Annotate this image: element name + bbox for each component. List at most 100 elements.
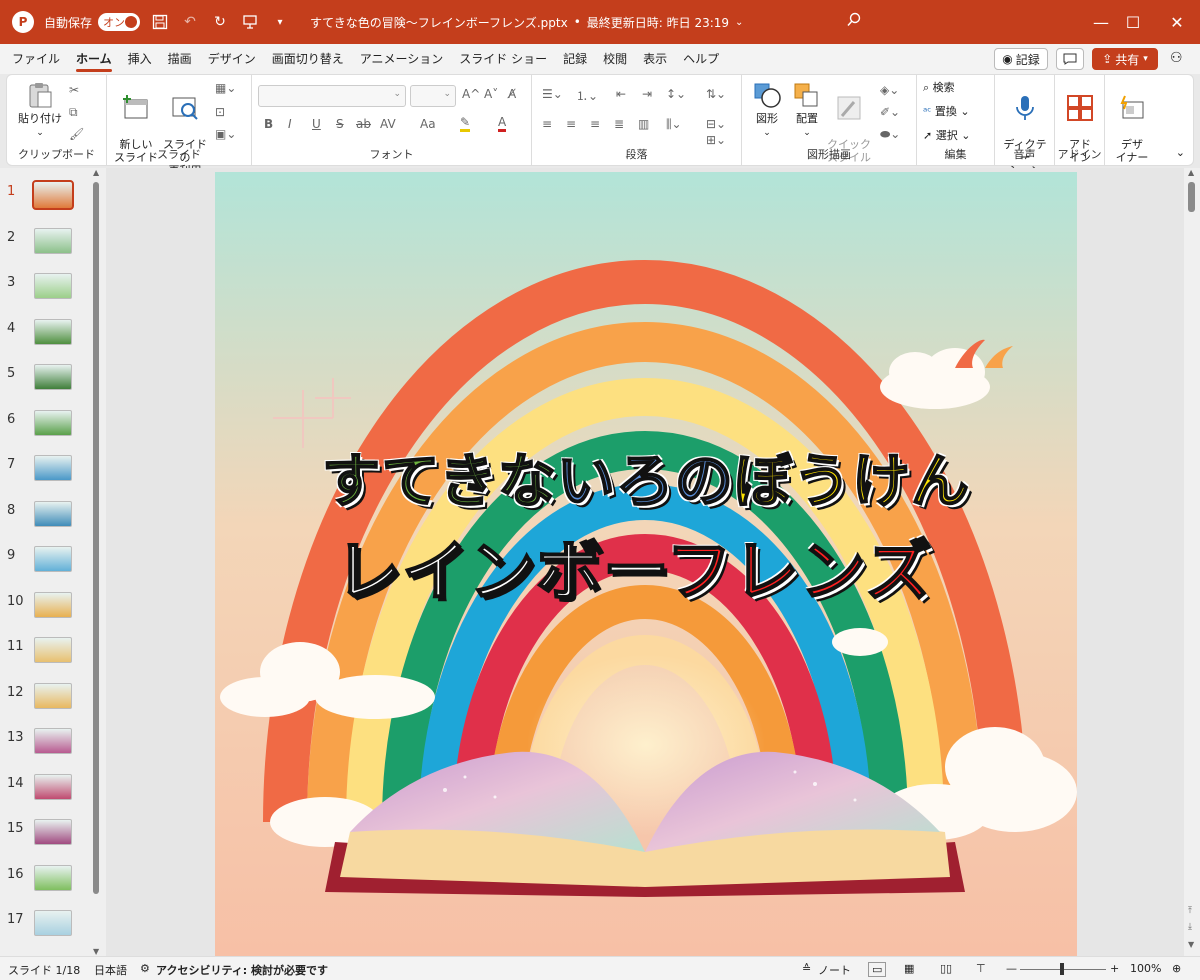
reset-icon[interactable]: ⊡ (215, 105, 225, 119)
accessibility-status[interactable]: アクセシビリティ: 検討が必要です (156, 962, 328, 978)
customize-chevron-icon[interactable]: ▾ (270, 12, 290, 32)
slide-thumbnail-13[interactable]: 13 (0, 728, 100, 768)
autosave-toggle[interactable]: オン (98, 13, 141, 31)
designer-button[interactable]: デザ イナー (1111, 81, 1153, 164)
align-right-icon[interactable]: ≡ (590, 117, 600, 131)
smartart-icon[interactable]: ⊞⌄ (706, 133, 726, 147)
slide-thumbnail-3[interactable]: 3 (0, 273, 100, 313)
slide-canvas[interactable]: すてきないろのぼうけん レインボーフレンズ (215, 172, 1077, 956)
close-button[interactable]: ✕ (1154, 0, 1200, 44)
char-spacing-button[interactable]: AV (380, 117, 396, 131)
maximize-button[interactable]: ☐ (1110, 0, 1156, 44)
italic-button[interactable]: I (288, 117, 292, 131)
undo-icon[interactable]: ↶ (180, 12, 200, 32)
slide-thumbnail-11[interactable]: 11 (0, 637, 100, 677)
bullets-icon[interactable]: ☰⌄ (542, 87, 563, 101)
underline-button[interactable]: U (312, 117, 321, 131)
notes-icon[interactable]: ≙ (802, 962, 811, 975)
tab-4[interactable]: デザイン (200, 44, 264, 74)
font-name-combobox[interactable]: ⌄ (258, 85, 406, 107)
justify-icon[interactable]: ≣ (614, 117, 624, 131)
cut-icon[interactable]: ✂ (69, 83, 79, 97)
tab-6[interactable]: アニメーション (352, 44, 452, 74)
tab-0[interactable]: ファイル (4, 44, 68, 74)
text-direction-icon[interactable]: ⇅⌄ (706, 87, 726, 101)
slide-thumbnail-15[interactable]: 15 (0, 819, 100, 859)
clear-format-icon[interactable]: A̸ (508, 87, 516, 101)
present-icon[interactable] (240, 12, 260, 32)
slide-thumbnail-2[interactable]: 2 (0, 227, 100, 268)
font-size-combobox[interactable]: ⌄ (410, 85, 456, 107)
tab-10[interactable]: 表示 (635, 44, 675, 74)
align-text-icon[interactable]: ⊟⌄ (706, 117, 726, 131)
tab-8[interactable]: 記録 (555, 44, 595, 74)
saved-status[interactable]: 最終更新日時: 昨日 23:19 (587, 14, 729, 31)
slide-thumbnail-10[interactable]: 10 (0, 591, 100, 632)
slideshow-icon[interactable]: ⊤ (976, 962, 986, 975)
highlight-icon[interactable]: ✎ (460, 115, 471, 132)
editor-vertical-scrollbar[interactable]: ▲ ⤒ ⤓ ▼ (1184, 168, 1200, 956)
grow-font-icon[interactable]: A^ (462, 87, 480, 101)
slide-thumbnail-17[interactable]: 17 (0, 910, 100, 950)
columns-icon[interactable]: ⫼⌄ (666, 117, 682, 132)
align-center-icon[interactable]: ≡ (566, 117, 576, 131)
ribbon-collapse-icon[interactable]: ⌄ (1176, 146, 1185, 159)
shrink-font-icon[interactable]: A˅ (484, 87, 498, 101)
increase-indent-icon[interactable]: ⇥ (642, 87, 652, 101)
strikethrough-button[interactable]: S (336, 117, 344, 131)
save-icon[interactable] (150, 12, 170, 32)
line-spacing-icon[interactable]: ↕⌄ (666, 87, 686, 101)
tab-9[interactable]: 校閲 (595, 44, 635, 74)
language-indicator[interactable]: 日本語 (94, 962, 127, 978)
section-icon[interactable]: ▣⌄ (215, 127, 236, 141)
tab-1[interactable]: ホーム (68, 44, 120, 74)
slide-title-line2[interactable]: レインボーフレンズ (215, 518, 1077, 614)
shape-outline-icon[interactable]: ✐⌄ (880, 105, 900, 119)
normal-view-icon[interactable]: ▭ (868, 962, 887, 977)
tab-2[interactable]: 挿入 (120, 44, 160, 74)
slide-thumbnail-4[interactable]: 4 (0, 318, 100, 359)
fit-to-window-icon[interactable]: ⊕ (1172, 962, 1181, 975)
comments-icon[interactable] (1056, 48, 1084, 70)
bold-button[interactable]: B (264, 117, 273, 131)
reuse-slides-button[interactable]: スライドの 再利用 (161, 81, 209, 177)
distributed-icon[interactable]: ▥ (638, 117, 649, 131)
dictate-button[interactable]: ディクテー ション (999, 81, 1051, 177)
numbering-icon[interactable]: ⒈⌄ (576, 87, 598, 104)
record-button[interactable]: ◉ 記録 (994, 48, 1048, 70)
zoom-out-button[interactable]: — (1006, 962, 1017, 975)
slide-thumbnail-16[interactable]: 16 (0, 864, 100, 905)
coauthor-icon[interactable]: ⚇ (1170, 50, 1183, 66)
reading-view-icon[interactable]: ▯▯ (940, 962, 952, 975)
align-left-icon[interactable]: ≡ (542, 117, 552, 131)
redo-icon[interactable]: ↻ (210, 12, 230, 32)
layout-icon[interactable]: ▦⌄ (215, 81, 236, 95)
shadow-button[interactable]: ab (356, 117, 371, 131)
copy-icon[interactable]: ⧉ (69, 105, 78, 120)
format-painter-icon[interactable]: 🖌 (69, 127, 84, 141)
replace-button[interactable]: ᵃᶜ 置換 ⌄ (923, 105, 970, 118)
decrease-indent-icon[interactable]: ⇤ (616, 87, 626, 101)
document-name[interactable]: すてきな色の冒険〜フレインボーフレンズ.pptx (310, 14, 568, 31)
share-button[interactable]: ⇪ 共有 ▾ (1092, 48, 1158, 70)
zoom-slider-thumb[interactable] (1060, 963, 1064, 975)
slide-thumbnail-1[interactable]: 1 (0, 180, 100, 222)
slide-thumbnail-6[interactable]: 6 (0, 409, 100, 450)
slide-thumbnail-8[interactable]: 8 (0, 500, 100, 541)
find-button[interactable]: ⌕ 検索 (923, 81, 955, 94)
chevron-down-icon[interactable]: ⌄ (735, 17, 743, 28)
notes-button[interactable]: ノート (818, 962, 851, 978)
slide-thumbnail-12[interactable]: 12 (0, 682, 100, 723)
paste-button[interactable]: 貼り付け ⌄ (15, 81, 65, 140)
font-color-icon[interactable]: A (498, 115, 507, 132)
tab-3[interactable]: 描画 (160, 44, 200, 74)
change-case-button[interactable]: Aa (420, 117, 436, 131)
tab-11[interactable]: ヘルプ (675, 44, 727, 74)
thumbnail-scrollbar[interactable]: ▲ ▼ (92, 168, 100, 956)
zoom-level[interactable]: 100% (1130, 962, 1161, 975)
slide-thumbnail-7[interactable]: 7 (0, 455, 100, 495)
shape-effects-icon[interactable]: ⬬⌄ (880, 127, 900, 142)
select-button[interactable]: ➚ 選択 ⌄ (923, 129, 970, 142)
tab-7[interactable]: スライド ショー (451, 44, 555, 74)
tab-5[interactable]: 画面切り替え (264, 44, 352, 74)
